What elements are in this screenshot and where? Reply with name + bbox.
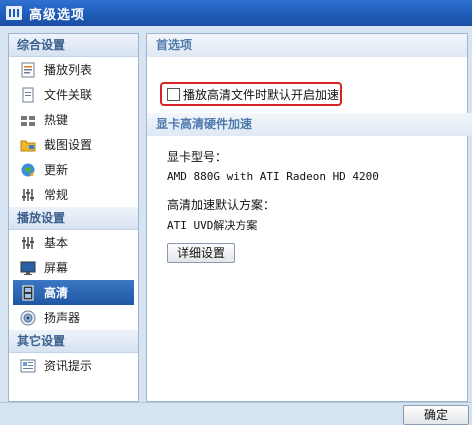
footer-divider (0, 402, 472, 403)
hd-default-accel-checkbox[interactable] (167, 87, 180, 101)
sidebar-section-playback: 播放设置 (9, 207, 138, 230)
settings-sidebar: 综合设置 播放列表 文件关联 热键 截图设置 更新 常规 播放设置 基本 屏幕 … (8, 33, 139, 402)
keyboard-icon (21, 115, 35, 126)
hd-film-icon (22, 285, 34, 300)
sidebar-section-general: 综合设置 (9, 34, 138, 57)
update-globe-icon (21, 163, 35, 176)
accel-scheme-label: 高清加速默认方案： (167, 198, 276, 212)
screenshot-folder-icon (20, 140, 36, 151)
sidebar-item-general[interactable]: 常规 (9, 182, 138, 207)
file-association-icon (22, 87, 34, 102)
preferences-header: 首选项 (147, 34, 467, 57)
sidebar-item-label: 扬声器 (44, 311, 81, 325)
sidebar-item-update[interactable]: 更新 (9, 157, 138, 182)
title-bar: 高级选项 (0, 0, 472, 26)
window-title: 高级选项 (29, 7, 86, 23)
sidebar-item-label: 更新 (44, 163, 69, 177)
sidebar-item-label: 屏幕 (44, 261, 69, 275)
sidebar-item-label: 热键 (44, 113, 69, 127)
sidebar-item-file-association[interactable]: 文件关联 (9, 82, 138, 107)
sidebar-item-label: 文件关联 (44, 88, 93, 102)
sidebar-item-playlist[interactable]: 播放列表 (9, 57, 138, 82)
hd-settings-panel: 首选项 播放高清文件时默认开启加速 显卡高清硬件加速 显卡型号： AMD 880… (146, 33, 472, 402)
general-settings-icon (22, 188, 34, 201)
hd-default-accel-label: 播放高清文件时默认开启加速 (183, 87, 340, 102)
sidebar-item-hotkeys[interactable]: 热键 (9, 107, 138, 132)
details-button[interactable]: 详细设置 (167, 243, 235, 263)
ok-button[interactable]: 确定 (403, 405, 469, 425)
gpu-model-value: AMD 880G with ATI Radeon HD 4200 (167, 170, 379, 183)
sidebar-item-speaker[interactable]: 扬声器 (9, 305, 138, 330)
sidebar-item-label: 截图设置 (44, 138, 93, 152)
sidebar-item-screenshot[interactable]: 截图设置 (9, 132, 138, 157)
sidebar-item-label: 基本 (44, 236, 69, 250)
sidebar-item-label: 高清 (44, 286, 69, 300)
sidebar-item-label: 常规 (44, 188, 69, 202)
hd-default-accel-option[interactable]: 播放高清文件时默认开启加速 (160, 82, 342, 106)
sidebar-item-screen[interactable]: 屏幕 (9, 255, 138, 280)
hw-accel-header: 显卡高清硬件加速 (147, 113, 472, 136)
accel-scheme-value: ATI UVD解决方案 (167, 219, 258, 232)
gpu-model-label: 显卡型号： (167, 150, 228, 164)
sidebar-item-label: 播放列表 (44, 63, 93, 77)
basic-settings-icon (22, 236, 34, 249)
sidebar-item-label: 资讯提示 (44, 359, 93, 373)
sidebar-item-hd[interactable]: 高清 (13, 280, 134, 305)
speaker-icon (20, 310, 36, 325)
sidebar-item-news[interactable]: 资讯提示 (9, 353, 138, 378)
sidebar-item-basic[interactable]: 基本 (9, 230, 138, 255)
app-logo-icon (6, 6, 22, 20)
monitor-icon (20, 261, 36, 275)
news-icon (20, 359, 36, 372)
sidebar-section-other: 其它设置 (9, 330, 138, 353)
playlist-icon (21, 62, 35, 77)
